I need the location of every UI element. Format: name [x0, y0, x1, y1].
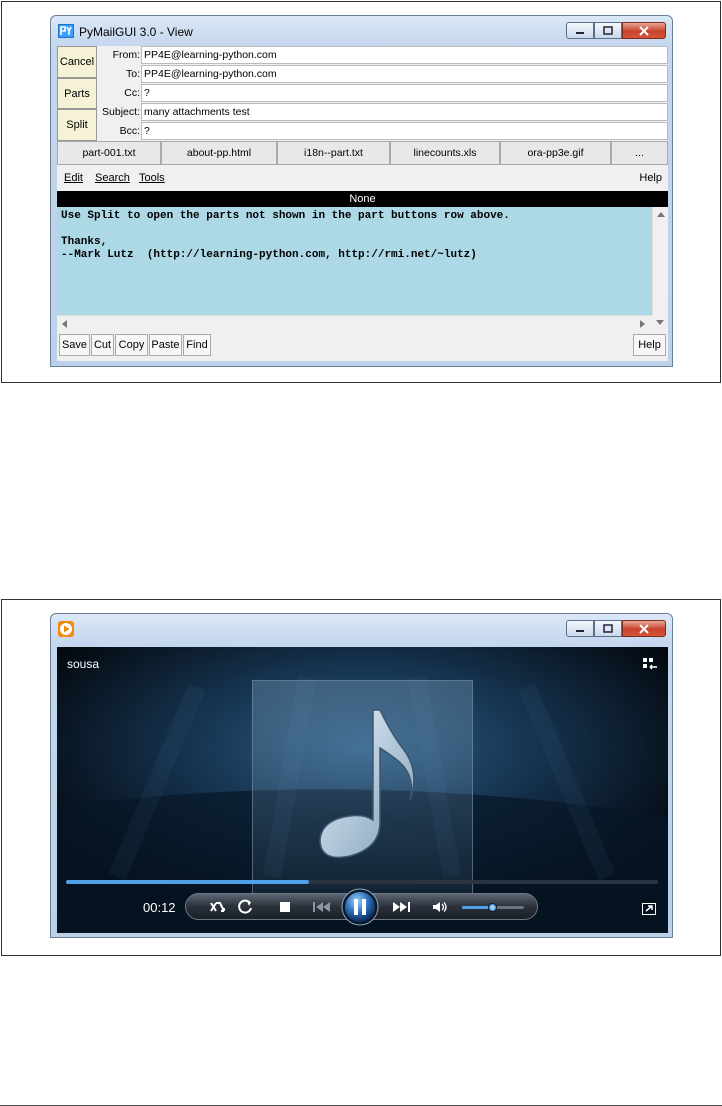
part-button[interactable]: about-pp.html [161, 141, 277, 165]
maximize-icon [603, 624, 613, 633]
part-button[interactable]: part-001.txt [57, 141, 161, 165]
part-buttons-row: part-001.txt about-pp.html i18n--part.tx… [57, 141, 668, 165]
cancel-button[interactable]: Cancel [57, 46, 97, 78]
close-icon [639, 623, 649, 634]
menu-search[interactable]: Search [95, 172, 130, 184]
window-title: PyMailGUI 3.0 - View [79, 25, 193, 39]
subject-field[interactable]: many attachments test [141, 103, 668, 121]
cc-field[interactable]: ? [141, 84, 668, 102]
menu-edit[interactable]: Edit [64, 172, 83, 184]
media-player-app-icon [58, 621, 74, 637]
maximize-button[interactable] [594, 22, 622, 39]
title-bar[interactable] [51, 614, 672, 644]
status-label: None [57, 191, 668, 207]
minimize-icon [576, 31, 584, 34]
shuffle-icon[interactable] [208, 898, 228, 916]
scroll-left-icon[interactable] [61, 320, 67, 328]
help-button[interactable]: Help [633, 334, 666, 356]
close-icon [639, 25, 649, 36]
scrollbar-corner [652, 315, 668, 331]
paste-button[interactable]: Paste [149, 334, 182, 356]
part-button[interactable]: linecounts.xls [390, 141, 500, 165]
scroll-right-icon[interactable] [640, 320, 646, 328]
to-label: To: [125, 68, 140, 80]
maximize-button[interactable] [594, 620, 622, 637]
minimize-icon [576, 629, 584, 632]
menu-help[interactable]: Help [639, 172, 662, 184]
title-bar[interactable]: PyMailGUI 3.0 - View [51, 16, 672, 46]
menu-tools-label: Tools [139, 172, 165, 184]
horizontal-scrollbar[interactable] [57, 315, 652, 331]
split-button[interactable]: Split [57, 109, 97, 141]
parts-button[interactable]: Parts [57, 78, 97, 109]
fullscreen-icon[interactable] [642, 903, 656, 915]
window-controls [566, 22, 666, 39]
more-parts-button[interactable]: ... [611, 141, 668, 165]
switch-to-library-icon[interactable] [642, 657, 658, 671]
from-label: From: [112, 49, 140, 61]
pymailgui-client-area: Cancel Parts Split From: PP4E@learning-p… [57, 46, 668, 361]
cc-label: Cc: [124, 87, 140, 99]
menu-tools[interactable]: Tools [139, 172, 165, 184]
repeat-icon[interactable] [236, 898, 256, 916]
next-icon[interactable] [389, 898, 413, 916]
pause-button[interactable] [341, 888, 379, 926]
stop-icon[interactable] [275, 898, 295, 916]
playback-controls [185, 888, 538, 926]
pymailgui-app-icon [58, 24, 74, 38]
elapsed-time: 00:12 [143, 900, 176, 915]
now-playing-area: sousa 00:12 [57, 647, 668, 933]
minimize-button[interactable] [566, 620, 594, 637]
bottom-toolbar: Save Cut Copy Paste Find Help [57, 331, 668, 358]
close-button[interactable] [622, 620, 666, 637]
body-line [61, 223, 648, 236]
body-line: --Mark Lutz (http://learning-python.com,… [61, 249, 477, 261]
bcc-label: Bcc: [119, 125, 140, 137]
message-body[interactable]: Use Split to open the parts not shown in… [57, 207, 652, 315]
scroll-up-icon[interactable] [657, 211, 665, 217]
minimize-button[interactable] [566, 22, 594, 39]
cut-button[interactable]: Cut [91, 334, 114, 356]
seek-progress [66, 880, 309, 884]
menu-search-label: Search [95, 172, 130, 184]
copy-button[interactable]: Copy [115, 334, 148, 356]
body-line: Use Split to open the parts not shown in… [61, 210, 510, 222]
menu-bar: Edit Search Tools Help [57, 165, 668, 191]
maximize-icon [603, 26, 613, 35]
from-field[interactable]: PP4E@learning-python.com [141, 46, 668, 64]
part-button[interactable]: ora-pp3e.gif [500, 141, 611, 165]
volume-slider[interactable] [462, 903, 524, 912]
window-controls [566, 620, 666, 637]
scroll-down-icon[interactable] [656, 320, 664, 326]
vertical-scrollbar[interactable] [652, 207, 668, 315]
seek-bar[interactable] [66, 880, 658, 884]
find-button[interactable]: Find [183, 334, 211, 356]
track-title: sousa [67, 657, 100, 671]
pymailgui-window: PyMailGUI 3.0 - View Cancel Parts Split … [50, 15, 673, 367]
body-line: Thanks, [61, 236, 108, 248]
close-button[interactable] [622, 22, 666, 39]
subject-label: Subject: [102, 106, 140, 118]
album-art-placeholder [252, 680, 473, 898]
save-button[interactable]: Save [59, 334, 90, 356]
previous-icon[interactable] [310, 898, 334, 916]
volume-icon[interactable] [430, 898, 450, 916]
media-player-window: sousa 00:12 [50, 613, 673, 938]
bcc-field[interactable]: ? [141, 122, 668, 140]
volume-handle[interactable] [488, 903, 497, 912]
to-field[interactable]: PP4E@learning-python.com [141, 65, 668, 83]
menu-edit-label: Edit [64, 172, 83, 184]
part-button[interactable]: i18n--part.txt [277, 141, 390, 165]
